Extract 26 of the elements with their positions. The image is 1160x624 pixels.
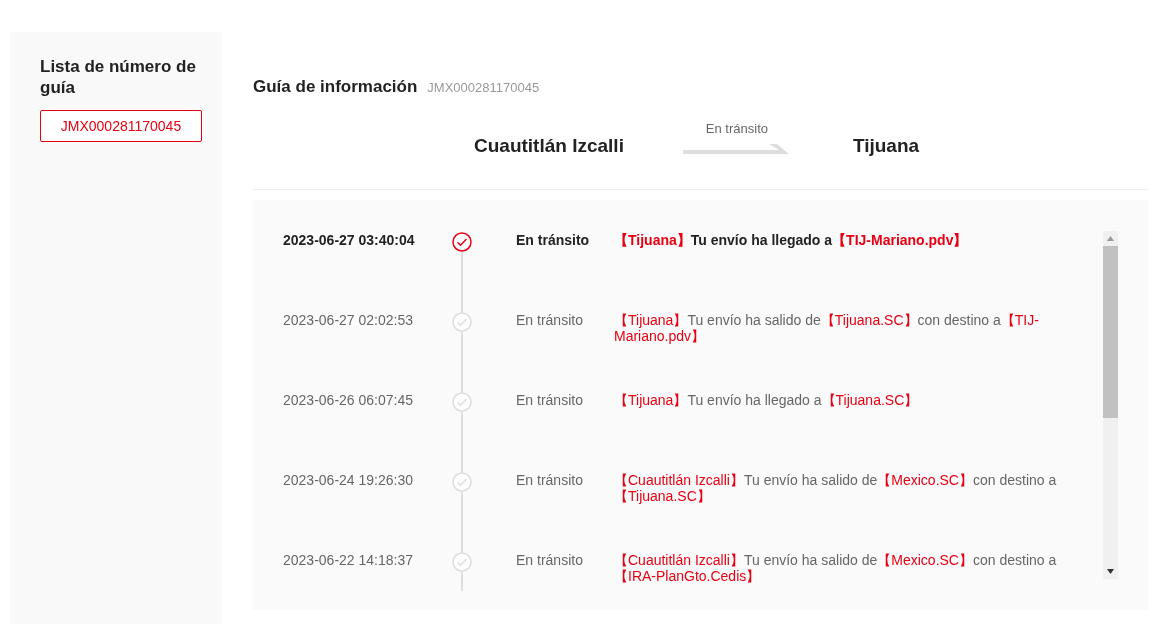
event-time: 2023-06-24 19:26:30: [283, 472, 414, 490]
tracking-number-button[interactable]: JMX000281170045: [40, 110, 202, 142]
event-description: 【Tijuana】Tu envío ha llegado a【Tijuana.SC】: [614, 392, 920, 410]
destination-city: Tijuana: [852, 134, 920, 158]
event-time: 2023-06-27 02:02:53: [283, 312, 414, 330]
arrow-icon: [682, 144, 791, 154]
route-status: En tránsito: [705, 121, 768, 136]
event-status: En tránsito: [516, 472, 584, 490]
event-description: 【Tijuana】Tu envío ha llegado a【TIJ-Mariano.pdv】: [614, 232, 969, 250]
event-status: En tránsito: [516, 392, 584, 410]
event-time: 2023-06-22 14:18:37: [283, 552, 414, 570]
event-description: 【Cuautitlán Izcalli】Tu envío ha salido de【Mexico.SC】con destino a 【Tijuana.SC】: [614, 472, 1058, 506]
scroll-down-icon[interactable]: [1107, 569, 1114, 574]
event-description: 【Cuautitlán Izcalli】Tu envío ha salido de【Mexico.SC】con destino a 【IRA-PlanGto.Cedis】: [614, 552, 1058, 586]
origin-city: Cuautitlán Izcalli: [474, 134, 624, 158]
tracking-number: JMX000281170045: [427, 80, 540, 95]
section-title: Guía de información: [253, 77, 418, 97]
scroll-up-icon[interactable]: [1107, 236, 1114, 241]
sidebar-title: Lista de número de guía: [40, 56, 197, 98]
event-time: 2023-06-26 06:07:45: [283, 392, 414, 410]
event-time: 2023-06-27 03:40:04: [283, 232, 416, 250]
event-status: En tránsito: [516, 552, 584, 570]
scrollbar-thumb[interactable]: [1103, 246, 1118, 418]
event-status: En tránsito: [516, 312, 584, 330]
event-status: En tránsito: [516, 232, 591, 250]
event-description: 【Tijuana】Tu envío ha salido de【Tijuana.SC】con destino a【TIJ-Mariano.pdv】: [614, 312, 1040, 346]
